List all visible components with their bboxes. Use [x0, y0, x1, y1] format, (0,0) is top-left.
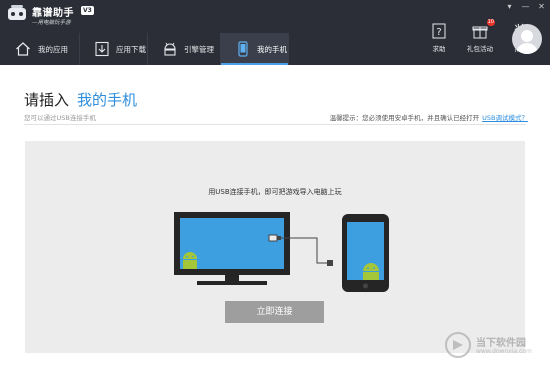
page-title-main: 请插入	[24, 91, 70, 109]
nav-app-download-label: 应用下载	[116, 44, 146, 54]
page-title-accent: 我的手机	[77, 91, 138, 109]
nav-my-phone-label: 我的手机	[257, 44, 287, 54]
download-icon	[94, 40, 110, 58]
page-subtitle: 您可以通过USB连接手机	[24, 114, 96, 122]
nav-engine-manage-label: 引擎管理	[184, 44, 214, 54]
android-icon	[162, 40, 178, 58]
usb-tip: 温馨提示：您必须使用安卓手机，并且确认已经打开 USB调试模式？	[330, 112, 528, 122]
gift-activity-button[interactable]: 10 礼包活动	[458, 19, 502, 60]
connect-panel: 用USB连接手机，即可把游戏导入电脑上玩 立即连接	[25, 141, 525, 353]
gift-count-badge: 10	[486, 19, 495, 26]
watermark-text: 当下软件园	[476, 338, 526, 349]
version-badge: V3	[81, 6, 94, 15]
home-icon	[14, 40, 32, 58]
gift-icon: 10	[471, 19, 495, 40]
close-button[interactable]: ✕	[537, 2, 546, 11]
usb-tip-text: 温馨提示：您必须使用安卓手机，并且确认已经打开	[329, 114, 480, 122]
svg-text:?: ?	[436, 27, 441, 38]
usb-debug-link[interactable]: USB调试模式？	[482, 114, 528, 122]
app-name: 靠谱助手	[32, 8, 74, 19]
nav-app-download[interactable]: 应用下载	[80, 33, 148, 65]
help-icon: ?	[430, 22, 448, 40]
main-nav: 我的应用 应用下载 引擎管理 我的手机	[0, 33, 289, 65]
user-avatar-icon	[516, 30, 538, 54]
phone-icon	[342, 214, 389, 292]
help-label: 求助	[432, 45, 446, 53]
title-bar: 靠谱助手 V3 —用电脑玩手游 ▾ — ✕ 我的应用 应用下载 引擎管理 我的手…	[0, 0, 550, 65]
phone-icon	[235, 40, 251, 58]
help-button[interactable]: ? 求助	[420, 22, 458, 60]
user-avatar[interactable]	[512, 24, 542, 54]
gift-label: 礼包活动	[467, 45, 493, 53]
nav-my-phone[interactable]: 我的手机	[221, 33, 289, 65]
page-title: 请插入 我的手机	[24, 89, 137, 110]
logo-icon	[8, 5, 26, 20]
monitor-icon	[174, 212, 290, 285]
nav-my-apps-label: 我的应用	[38, 44, 68, 54]
nav-engine-manage[interactable]: 引擎管理	[148, 33, 221, 65]
window-controls: ▾ — ✕	[505, 2, 546, 12]
watermark-logo-icon	[445, 332, 471, 358]
menu-dropdown-button[interactable]: ▾	[505, 2, 514, 11]
minimize-button[interactable]: —	[521, 2, 530, 11]
watermark: 当下软件园 www.downxia.com	[444, 330, 544, 360]
connect-now-button[interactable]: 立即连接	[225, 301, 324, 323]
watermark-url: www.downxia.com	[476, 348, 532, 355]
nav-my-apps[interactable]: 我的应用	[0, 33, 80, 65]
divider	[24, 124, 526, 125]
app-slogan: —用电脑玩手游	[32, 20, 71, 26]
app-logo: 靠谱助手 V3 —用电脑玩手游	[6, 3, 96, 29]
